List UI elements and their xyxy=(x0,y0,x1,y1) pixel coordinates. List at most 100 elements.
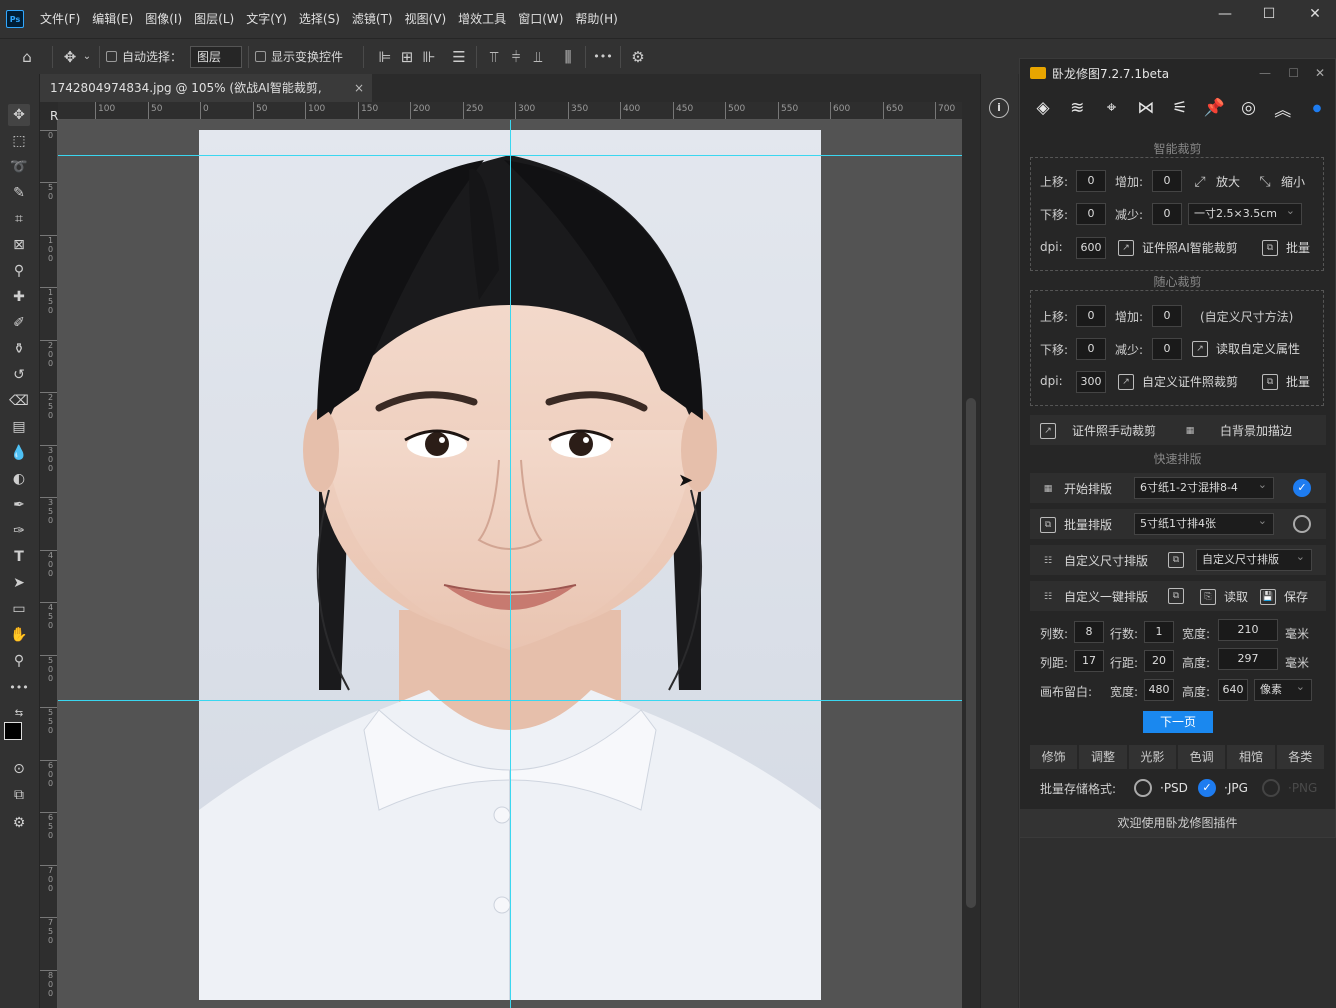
panel-maximize-button[interactable]: ☐ xyxy=(1288,66,1299,80)
custom-one-click-button[interactable]: ☷ 自定义一键排版 xyxy=(1040,588,1148,605)
white-bg-button[interactable]: ▦ 白背景加描边 xyxy=(1182,422,1292,439)
align-left-icon[interactable]: ⊫ xyxy=(374,46,396,68)
jpg-format-radio[interactable]: ✓ xyxy=(1198,779,1216,797)
menu-filter[interactable]: 滤镜(T) xyxy=(346,0,399,38)
minimize-button[interactable]: — xyxy=(1213,6,1237,26)
margin-height-input[interactable]: 640 xyxy=(1218,679,1248,701)
batch-layout-radio[interactable] xyxy=(1293,515,1311,533)
rectangle-tool-icon[interactable]: ▭ xyxy=(8,598,30,620)
read-custom-button[interactable]: ↗ 读取自定义属性 xyxy=(1192,340,1300,357)
dpi-input[interactable]: 300 xyxy=(1076,371,1106,393)
maximize-button[interactable]: ☐ xyxy=(1257,6,1281,26)
hand-tool-icon[interactable]: ✋ xyxy=(8,624,30,646)
dodge-tool-icon[interactable]: ◐ xyxy=(8,468,30,490)
brush-tool-icon[interactable]: ✐ xyxy=(8,312,30,334)
close-button[interactable]: ✕ xyxy=(1303,6,1327,26)
manual-crop-button[interactable]: ↗ 证件照手动裁剪 xyxy=(1040,422,1156,439)
batch-layout-select[interactable]: 5寸纸1寸排4张 xyxy=(1134,511,1274,535)
menu-help[interactable]: 帮助(H) xyxy=(569,0,623,38)
collapse-icon[interactable]: ︽ xyxy=(1270,95,1296,121)
align-top-icon[interactable]: ⫪ xyxy=(483,46,505,68)
copy-layout-button[interactable]: ⧉ xyxy=(1168,552,1192,568)
down-input[interactable]: 0 xyxy=(1076,203,1106,225)
tab-studio[interactable]: 相馆 xyxy=(1227,745,1275,769)
batch-layout-button[interactable]: ⧉ 批量排版 xyxy=(1040,516,1112,533)
path-select-tool-icon[interactable]: ➤ xyxy=(8,572,30,594)
tab-retouch[interactable]: 修饰 xyxy=(1030,745,1078,769)
layers-icon[interactable]: ≋ xyxy=(1064,95,1090,121)
align-right-icon[interactable]: ⊪ xyxy=(418,46,440,68)
start-layout-button[interactable]: ▦ 开始排版 xyxy=(1040,480,1112,497)
healing-brush-tool-icon[interactable]: ✚ xyxy=(8,286,30,308)
more-tools-icon[interactable]: ••• xyxy=(8,676,30,698)
reduce-input[interactable]: 0 xyxy=(1152,203,1182,225)
batch-crop-button[interactable]: ⧉ 批量 xyxy=(1262,239,1310,256)
swap-colors-icon[interactable]: ⇆ xyxy=(8,702,30,724)
menu-view[interactable]: 视图(V) xyxy=(399,0,453,38)
foreground-color-swatch[interactable] xyxy=(4,722,22,740)
hide-icon[interactable]: ◎ xyxy=(1236,95,1262,121)
tab-adjust[interactable]: 调整 xyxy=(1079,745,1127,769)
lasso-tool-icon[interactable]: ➰ xyxy=(8,156,30,178)
add-input[interactable]: 0 xyxy=(1152,305,1182,327)
menu-edit[interactable]: 编辑(E) xyxy=(86,0,139,38)
start-layout-select[interactable]: 6寸纸1-2寸混排8-4 xyxy=(1134,475,1274,499)
next-page-button[interactable]: 下一页 xyxy=(1143,711,1213,733)
batch-crop-button[interactable]: ⧉ 批量 xyxy=(1262,373,1310,390)
custom-crop-button[interactable]: ↗ 自定义证件照裁剪 xyxy=(1118,373,1238,390)
menu-type[interactable]: 文字(Y) xyxy=(240,0,293,38)
guide-line-vertical[interactable] xyxy=(510,120,511,1008)
dpi-input[interactable]: 600 xyxy=(1076,237,1106,259)
close-tab-icon[interactable]: × xyxy=(354,74,364,102)
history-brush-tool-icon[interactable]: ↺ xyxy=(8,364,30,386)
info-icon[interactable]: i xyxy=(989,98,1009,118)
up-input[interactable]: 0 xyxy=(1076,170,1106,192)
blur-tool-icon[interactable]: 💧 xyxy=(8,442,30,464)
marquee-tool-icon[interactable]: ⬚ xyxy=(8,130,30,152)
size-select[interactable]: 一寸2.5×3.5cm xyxy=(1188,201,1302,225)
png-format-radio[interactable] xyxy=(1262,779,1280,797)
clone-stamp-tool-icon[interactable]: ⚱ xyxy=(8,338,30,360)
height-input[interactable]: 297 xyxy=(1218,648,1278,670)
pin-icon[interactable]: 📌 xyxy=(1201,95,1227,121)
chevron-down-icon[interactable]: ⌄ xyxy=(81,46,93,68)
eyedropper-tool-icon[interactable]: ⚲ xyxy=(8,260,30,282)
eraser-tool-icon[interactable]: ⌫ xyxy=(8,390,30,412)
copy-layout-button[interactable]: ⧉ xyxy=(1168,588,1192,604)
zoom-in-button[interactable]: ⤢ 放大 xyxy=(1192,173,1240,190)
sliders-icon[interactable]: ⚟ xyxy=(1167,95,1193,121)
start-layout-radio[interactable]: ✓ xyxy=(1293,479,1311,497)
add-input[interactable]: 0 xyxy=(1152,170,1182,192)
move-tool-icon[interactable]: ✥ xyxy=(59,46,81,68)
document-canvas[interactable]: ➤ xyxy=(58,120,962,1008)
zoom-out-button[interactable]: ⤡ 缩小 xyxy=(1257,173,1305,190)
menu-layer[interactable]: 图层(L) xyxy=(188,0,240,38)
quick-mask-icon[interactable]: ⊙ xyxy=(8,758,30,780)
read-button[interactable]: ⎘ 读取 xyxy=(1200,588,1248,605)
crop-tool-icon[interactable]: ⌗ xyxy=(8,208,30,230)
show-transform-checkbox[interactable] xyxy=(255,51,267,62)
panel-minimize-button[interactable]: — xyxy=(1259,66,1271,80)
transform-icon[interactable]: ⌖ xyxy=(1099,95,1125,121)
distribute-vertical-icon[interactable]: ⫼ xyxy=(557,46,579,68)
flip-icon[interactable]: ⋈ xyxy=(1133,95,1159,121)
up-input[interactable]: 0 xyxy=(1076,305,1106,327)
home-icon[interactable]: ⌂ xyxy=(16,46,38,68)
menu-image[interactable]: 图像(I) xyxy=(139,0,188,38)
tab-lighting[interactable]: 光影 xyxy=(1128,745,1176,769)
menu-file[interactable]: 文件(F) xyxy=(34,0,86,38)
align-middle-icon[interactable]: ⫩ xyxy=(505,46,527,68)
align-bottom-icon[interactable]: ⫫ xyxy=(527,46,549,68)
scrollbar-thumb[interactable] xyxy=(966,398,976,908)
menu-select[interactable]: 选择(S) xyxy=(293,0,346,38)
rows-input[interactable]: 1 xyxy=(1144,621,1174,643)
move-tool-icon[interactable]: ✥ xyxy=(8,104,30,126)
custom-size-layout-button[interactable]: ☷ 自定义尺寸排版 xyxy=(1040,552,1148,569)
psd-format-radio[interactable] xyxy=(1134,779,1152,797)
quick-select-tool-icon[interactable]: ✎ xyxy=(8,182,30,204)
vertical-scrollbar[interactable] xyxy=(962,120,980,1008)
align-center-icon[interactable]: ⊞ xyxy=(396,46,418,68)
diamond-icon[interactable]: ◈ xyxy=(1030,95,1056,121)
ai-crop-button[interactable]: ↗ 证件照AI智能裁剪 xyxy=(1118,239,1238,256)
menu-plugins[interactable]: 增效工具 xyxy=(452,0,512,38)
